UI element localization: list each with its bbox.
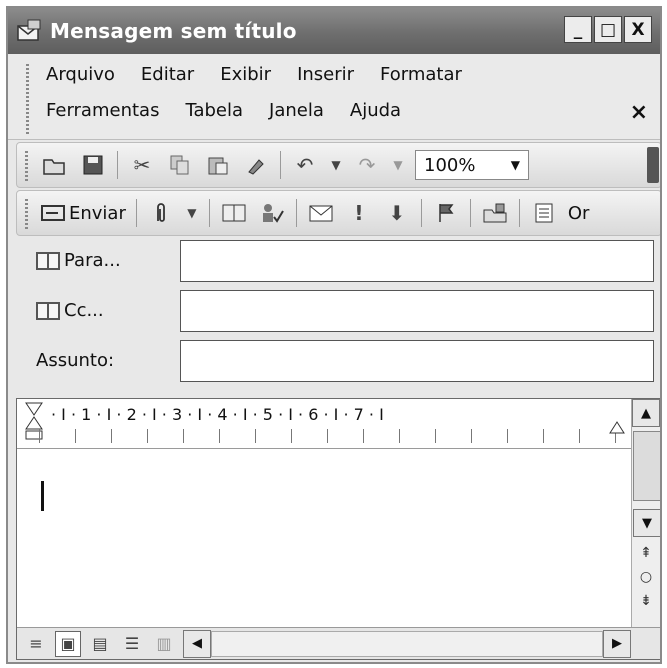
options-icon[interactable] [530,199,558,227]
address-book-icon [36,301,60,320]
select-browse-object-icon[interactable]: ○ [632,569,660,585]
maximize-button[interactable]: □ [594,16,622,43]
zoom-select[interactable]: 100% ▼ [415,150,529,180]
menu-ferramentas[interactable]: Ferramentas [46,100,159,121]
menu-inserir[interactable]: Inserir [297,64,354,85]
view-bar: ≡ ▣ ▤ ☰ ▥ ◀ ▶ [17,627,660,659]
cc-field[interactable] [180,290,654,332]
undo-icon[interactable]: ↶ [291,151,319,179]
separator [469,199,471,227]
zoom-value: 100% [424,154,476,176]
separator [518,199,520,227]
send-button[interactable]: Enviar [41,203,126,224]
scroll-down-icon[interactable]: ▼ [633,509,660,537]
send-icon [41,205,65,221]
scroll-right-icon[interactable]: ▶ [603,629,631,658]
permission-icon[interactable] [481,199,509,227]
ruler-ticks [39,429,619,443]
separator [117,151,118,179]
send-label: Enviar [69,202,126,224]
ruler[interactable]: · I · 1 · I · 2 · I · 3 · I · 4 · I · 5 … [17,399,631,449]
open-icon[interactable] [41,151,69,179]
to-row: Para... [8,240,660,284]
subject-row: Assunto: [8,340,660,384]
normal-view-icon[interactable]: ≡ [23,631,49,657]
redo-icon[interactable]: ↷ [353,151,381,179]
message-window: Mensagem sem título _ □ X Arquivo Editar… [6,6,662,664]
to-button[interactable]: Para... [36,250,121,271]
menu-arquivo[interactable]: Arquivo [46,64,115,85]
web-layout-view-icon[interactable]: ▣ [55,630,81,657]
menu-editar[interactable]: Editar [141,64,194,85]
reading-layout-view-icon[interactable]: ▥ [151,631,177,657]
horizontal-scrollbar[interactable]: ◀ ▶ [183,629,631,658]
message-body[interactable] [17,449,631,625]
scroll-up-icon[interactable]: ▲ [632,399,660,427]
print-layout-view-icon[interactable]: ▤ [87,631,113,657]
right-indent-icon[interactable] [609,419,625,438]
horizontal-scroll-track[interactable] [211,630,603,657]
chevron-down-icon: ▼ [510,158,520,172]
menu-janela[interactable]: Janela [269,100,324,121]
previous-page-icon[interactable]: ⇞ [632,545,660,561]
check-names-icon[interactable] [258,199,286,227]
flag-icon[interactable] [432,199,460,227]
next-page-icon[interactable]: ⇟ [632,593,660,609]
undo-dropdown-icon[interactable]: ▼ [329,151,343,179]
close-document-button[interactable]: × [630,100,648,125]
window-title: Mensagem sem título [50,19,297,43]
paste-icon[interactable] [204,151,232,179]
menu-exibir[interactable]: Exibir [220,64,271,85]
email-toolbar: Enviar ▼ ! ⬇ Or [16,190,660,236]
minimize-button[interactable]: _ [564,16,592,43]
to-field[interactable] [180,240,654,282]
close-button[interactable]: X [624,16,652,43]
text-cursor [41,481,44,511]
cc-label: Cc... [64,300,104,321]
separator [280,151,281,179]
address-book-icon[interactable] [220,199,248,227]
cc-row: Cc... [8,290,660,334]
save-icon[interactable] [79,151,107,179]
attach-dropdown-icon[interactable]: ▼ [185,199,199,227]
message-header-fields: Para... Cc... Assunto: [8,236,660,396]
toolbar-grip[interactable] [25,199,28,229]
subject-field[interactable] [180,340,654,382]
cut-icon[interactable]: ✂ [128,151,156,179]
copy-icon[interactable] [166,151,194,179]
envelope-icon[interactable] [307,199,335,227]
cc-button[interactable]: Cc... [36,300,104,321]
separator [135,199,137,227]
attach-icon[interactable] [147,199,175,227]
standard-toolbar: ✂ ↶ ▼ ↷ ▼ 100% ▼ [16,142,660,188]
menu-tabela[interactable]: Tabela [185,100,243,121]
message-icon [16,18,44,44]
menu-formatar[interactable]: Formatar [380,64,462,85]
format-painter-icon[interactable] [242,151,270,179]
separator [295,199,297,227]
vertical-scrollbar[interactable]: ▲ ▼ ⇞ ○ ⇟ [631,399,660,627]
title-bar[interactable]: Mensagem sem título _ □ X [8,8,660,54]
separator [208,199,210,227]
options-label[interactable]: Or [568,203,590,224]
outline-view-icon[interactable]: ☰ [119,631,145,657]
high-importance-icon[interactable]: ! [345,199,373,227]
scroll-left-icon[interactable]: ◀ [183,629,211,658]
menu-grip[interactable] [26,64,29,134]
toolbar-options-icon[interactable] [647,147,659,183]
to-label: Para... [64,250,121,271]
address-book-icon [36,251,60,270]
menu-bar: Arquivo Editar Exibir Inserir Formatar F… [8,54,660,140]
menu-ajuda[interactable]: Ajuda [350,100,401,121]
low-importance-icon[interactable]: ⬇ [383,199,411,227]
subject-label: Assunto: [36,350,115,371]
toolbar-grip[interactable] [25,151,28,181]
ruler-numbers: · I · 1 · I · 2 · I · 3 · I · 4 · I · 5 … [51,405,384,424]
separator [420,199,422,227]
scroll-thumb[interactable] [633,431,660,501]
message-editor: · I · 1 · I · 2 · I · 3 · I · 4 · I · 5 … [16,398,660,660]
redo-dropdown-icon[interactable]: ▼ [391,151,405,179]
